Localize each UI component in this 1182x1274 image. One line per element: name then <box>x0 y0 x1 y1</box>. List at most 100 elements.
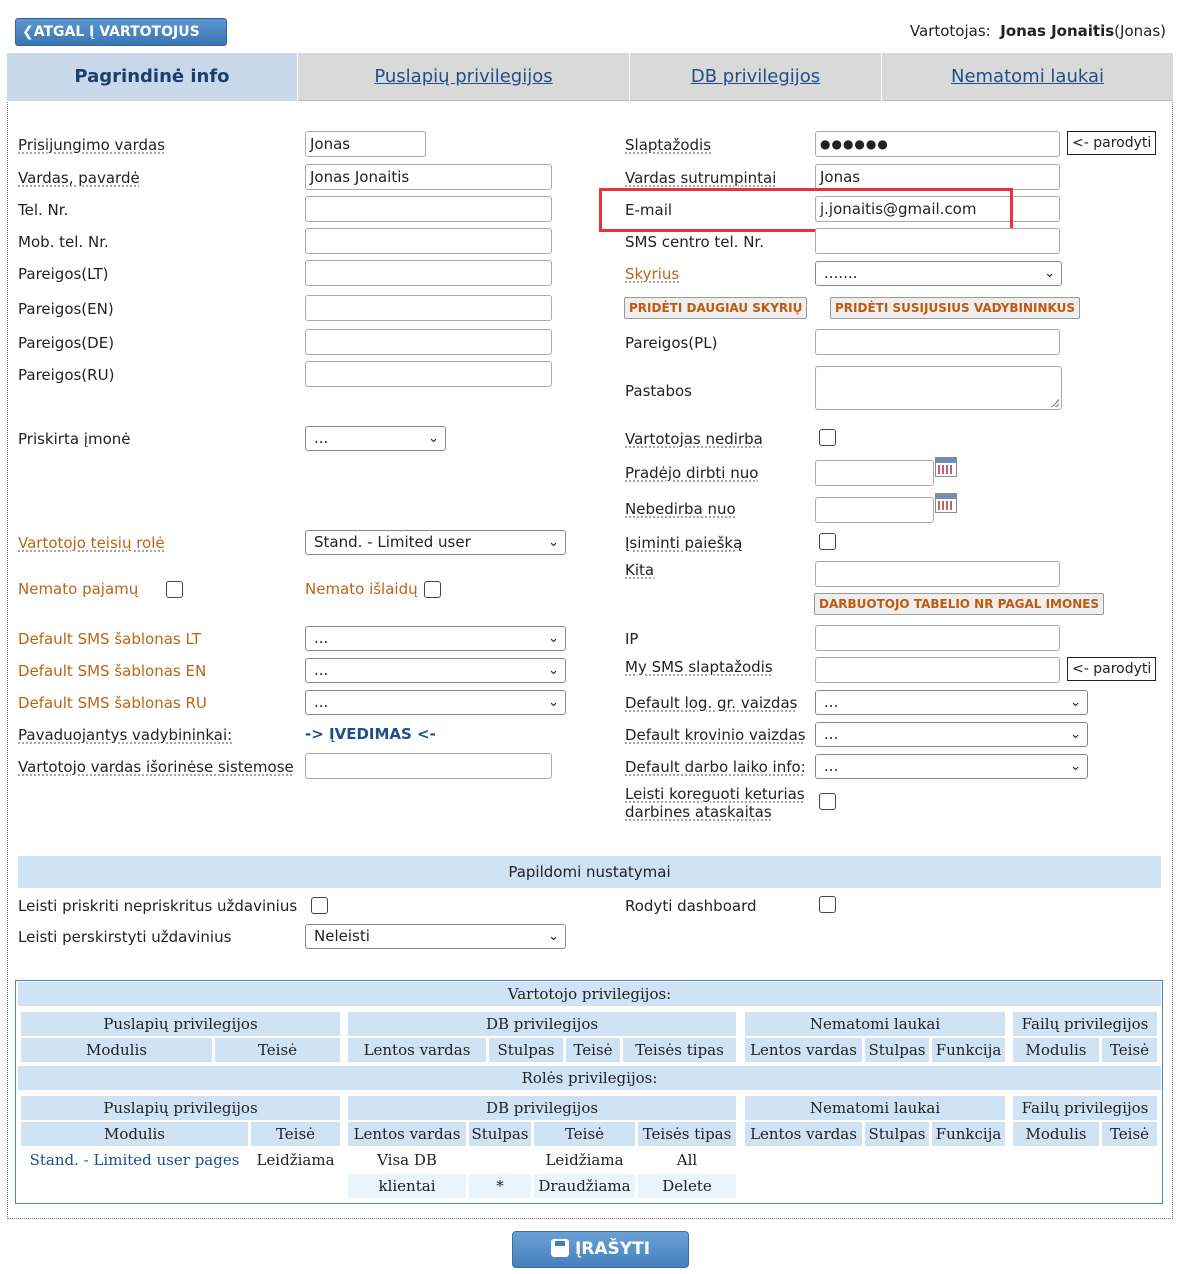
notes-label: Pastabos <box>625 382 692 400</box>
chevron-down-icon: ⌄ <box>1070 727 1081 742</box>
role-select[interactable]: Stand. - Limited user ⌄ <box>305 530 566 555</box>
table-cell: Visa DB <box>377 1151 437 1169</box>
user-privileges-title: Vartotojo privilegijos: <box>18 982 1161 1006</box>
back-to-users-button[interactable]: ❮ATGAL Į VARTOTOJUS <box>15 18 227 46</box>
allow-assign-checkbox[interactable] <box>311 897 328 914</box>
fullname-input[interactable]: Jonas Jonaitis <box>305 164 552 190</box>
calendar-icon[interactable] <box>935 457 957 477</box>
mob-input[interactable] <box>305 228 552 254</box>
column-header: Modulis <box>21 1038 212 1062</box>
show-password-button[interactable]: <- parodyti <box>1067 131 1157 155</box>
allow-reassign-select[interactable]: Neleisti ⌄ <box>305 924 566 949</box>
login-label: Prisijungimo vardas <box>18 136 166 154</box>
end-date-input[interactable] <box>815 497 934 523</box>
show-dashboard-label: Rodyti dashboard <box>625 897 757 915</box>
company-select-value: ... <box>314 429 329 447</box>
user-hidden-fields-header: Nematomi laukai <box>745 1012 1005 1036</box>
resize-grip-icon[interactable] <box>1051 399 1059 407</box>
position-en-input[interactable] <box>305 295 552 321</box>
column-header: Teisė <box>534 1122 635 1146</box>
position-ru-label: Pareigos(RU) <box>18 366 115 384</box>
four-reports-label-line2: darbines ataskaitas <box>625 803 772 821</box>
email-highlight-box <box>599 188 1013 232</box>
sms-template-ru-select[interactable]: ... ⌄ <box>305 690 566 715</box>
position-de-input[interactable] <box>305 329 552 355</box>
calendar-icon[interactable] <box>935 493 957 513</box>
table-cell: Delete <box>638 1174 736 1198</box>
role-db-privileges-header: DB privilegijos <box>348 1096 736 1120</box>
column-header: Lentos vardas <box>745 1122 862 1146</box>
notes-textarea[interactable] <box>815 366 1062 410</box>
role-label: Vartotojo teisių rolė <box>18 534 165 552</box>
column-header: Lentos vardas <box>348 1122 466 1146</box>
column-header: Teisė <box>251 1122 340 1146</box>
password-input[interactable]: ●●●●●● <box>815 131 1060 157</box>
start-date-input[interactable] <box>815 460 934 486</box>
role-privileges-title: Rolės privilegijos: <box>18 1066 1161 1090</box>
show-sms-password-button[interactable]: <- parodyti <box>1067 657 1157 681</box>
start-date-label: Pradėjo dirbti nuo <box>625 464 759 482</box>
sms-template-ru-label: Default SMS šablonas RU <box>18 694 207 712</box>
save-button[interactable]: ĮRAŠYTI <box>512 1231 689 1268</box>
cargo-view-label: Default krovinio vaizdas <box>625 726 806 744</box>
tab-page-privileges[interactable]: Puslapių privilegijos <box>298 53 630 101</box>
column-header: Funkcija <box>932 1038 1005 1062</box>
worktime-select[interactable]: ... ⌄ <box>815 754 1088 779</box>
add-departments-button[interactable]: PRIDĖTI DAUGIAU SKYRIŲ <box>624 297 808 319</box>
add-related-managers-button[interactable]: PRIDĖTI SUSIJUSIUS VADYBININKUS <box>830 297 1081 319</box>
column-header: Funkcija <box>932 1122 1005 1146</box>
cargo-view-select[interactable]: ... ⌄ <box>815 722 1088 747</box>
tel-input[interactable] <box>305 196 552 222</box>
table-cell: klientai <box>348 1174 466 1198</box>
position-de-label: Pareigos(DE) <box>18 334 115 352</box>
tab-main-info[interactable]: Pagrindinė info <box>7 53 298 101</box>
role-page-module-link[interactable]: Stand. - Limited user pages <box>21 1148 248 1172</box>
table-cell: Leidžiama <box>256 1151 335 1169</box>
short-name-input[interactable]: Jonas <box>815 164 1060 190</box>
save-button-label: ĮRAŠYTI <box>574 1239 651 1259</box>
ip-input[interactable] <box>815 625 1060 651</box>
no-income-checkbox[interactable] <box>166 581 183 598</box>
chevron-down-icon: ⌄ <box>548 663 559 678</box>
table-cell: Leidžiama <box>545 1151 624 1169</box>
chevron-down-icon: ⌄ <box>548 695 559 710</box>
position-lt-input[interactable] <box>305 260 552 286</box>
other-input[interactable] <box>815 561 1060 587</box>
employee-tabel-button[interactable]: DARBUOTOJO TABELIO NR PAGAL IMONES <box>814 593 1105 615</box>
my-sms-password-label: My SMS slaptažodis <box>625 658 773 676</box>
show-dashboard-checkbox[interactable] <box>819 896 836 913</box>
not-working-checkbox[interactable] <box>819 429 836 446</box>
no-expense-checkbox[interactable] <box>424 581 441 598</box>
position-ru-input[interactable] <box>305 361 552 387</box>
tab-hidden-fields[interactable]: Nematomi laukai <box>882 53 1173 101</box>
department-select[interactable]: ....... ⌄ <box>815 261 1062 286</box>
tab-db-privileges[interactable]: DB privilegijos <box>630 53 882 101</box>
tab-bar: Pagrindinė info Puslapių privilegijos DB… <box>7 53 1173 101</box>
login-input[interactable]: Jonas <box>305 131 426 157</box>
external-username-input[interactable] <box>305 753 552 779</box>
other-label: Kita <box>625 561 655 579</box>
column-header: Teisė <box>215 1038 340 1062</box>
external-username-label: Vartotojo vardas išorinėse sistemose <box>18 758 294 776</box>
deputy-entry-link[interactable]: -> ĮVEDIMAS <- <box>305 725 436 743</box>
sms-template-lt-select[interactable]: ... ⌄ <box>305 626 566 651</box>
allow-assign-label: Leisti priskriti nepriskritus uždavinius <box>18 897 298 915</box>
column-header: Stulpas <box>469 1122 531 1146</box>
company-select[interactable]: ... ⌄ <box>305 426 446 451</box>
sms-lt-value: ... <box>314 629 329 647</box>
remember-search-checkbox[interactable] <box>819 533 836 550</box>
sms-center-input[interactable] <box>815 228 1060 254</box>
position-pl-input[interactable] <box>815 329 1060 355</box>
end-date-label: Nebedirba nuo <box>625 500 736 518</box>
sms-template-en-select[interactable]: ... ⌄ <box>305 658 566 683</box>
log-view-select[interactable]: ... ⌄ <box>815 690 1088 715</box>
log-view-value: ... <box>824 693 839 711</box>
company-label: Priskirta įmonė <box>18 430 131 448</box>
chevron-down-icon: ⌄ <box>548 929 559 944</box>
user-file-privileges-header: Failų privilegijos <box>1013 1012 1157 1036</box>
chevron-down-icon: ⌄ <box>428 431 439 446</box>
password-label: Slaptažodis <box>625 136 712 154</box>
column-header: Modulis <box>1013 1122 1099 1146</box>
four-reports-checkbox[interactable] <box>819 793 836 810</box>
my-sms-password-input[interactable] <box>815 657 1060 683</box>
